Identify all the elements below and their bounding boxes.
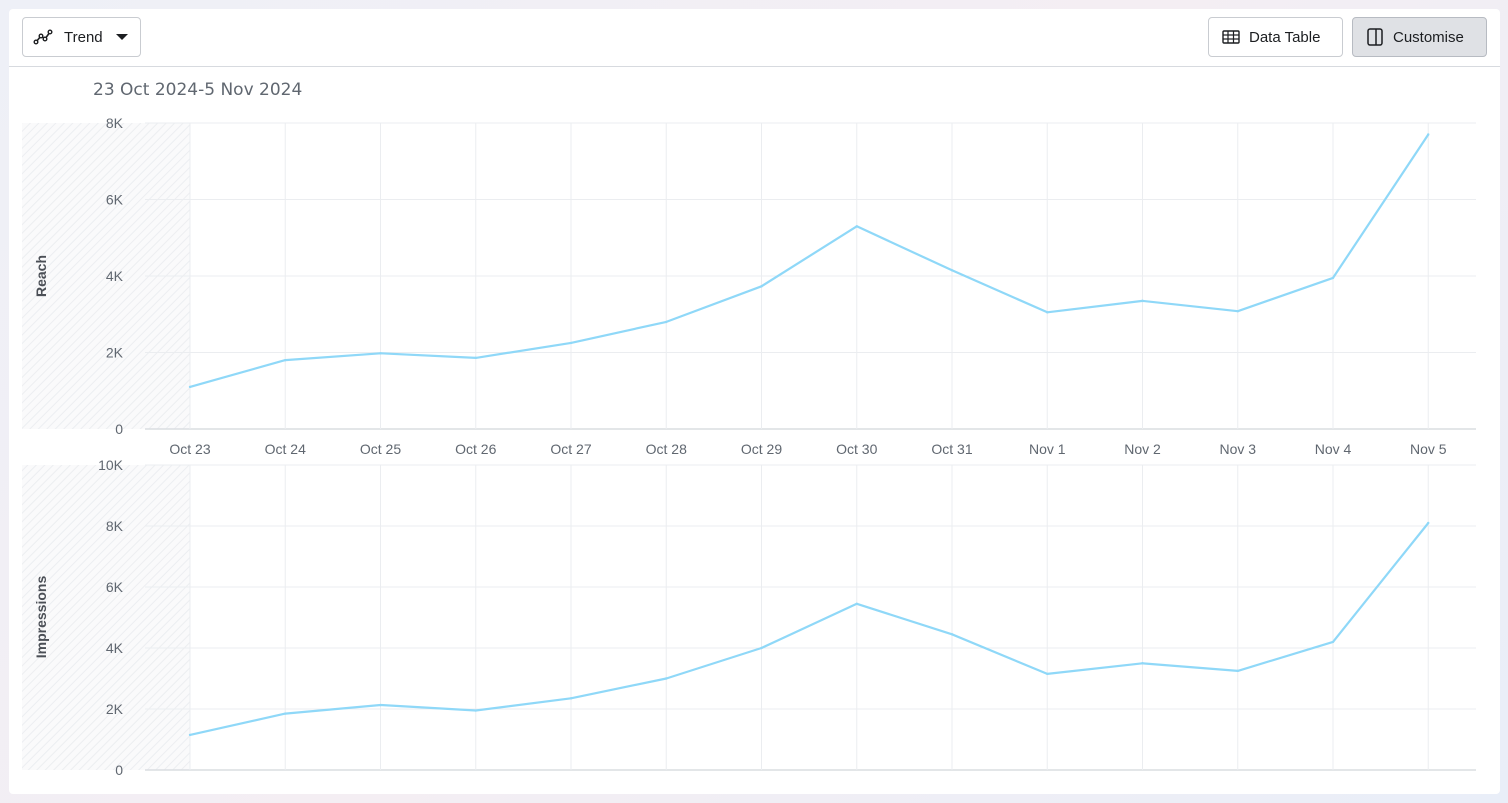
impressions-y-tick-label: 10K bbox=[98, 457, 124, 473]
impressions-y-tick-label: 2K bbox=[106, 701, 124, 717]
reach-data-point bbox=[1427, 133, 1430, 136]
reach-y-tick-label: 0 bbox=[115, 421, 123, 437]
reach-data-point bbox=[1236, 309, 1239, 313]
reach-axis-title: Reach bbox=[33, 255, 49, 297]
reach-data-point bbox=[1046, 311, 1049, 314]
impressions-data-point bbox=[1427, 521, 1430, 525]
impressions-data-point bbox=[665, 677, 668, 680]
impressions-data-point bbox=[284, 712, 287, 715]
reach-x-tick-label: Nov 1 bbox=[1029, 441, 1066, 457]
reach-y-tick-label: 4K bbox=[106, 268, 124, 284]
impressions-data-point bbox=[1046, 672, 1049, 676]
reach-x-tick-label: Oct 28 bbox=[646, 441, 687, 457]
impressions-y-tick-label: 6K bbox=[106, 579, 124, 595]
reach-y-tick-label: 8K bbox=[106, 115, 124, 131]
reach-x-tick-label: Oct 31 bbox=[931, 441, 972, 457]
impressions-data-point bbox=[950, 633, 954, 636]
reach-x-tick-label: Oct 26 bbox=[455, 441, 496, 457]
impressions-data-point bbox=[760, 646, 763, 650]
impressions-data-point bbox=[855, 602, 858, 605]
impressions-data-point bbox=[569, 697, 573, 700]
reach-x-tick-label: Oct 24 bbox=[265, 441, 306, 457]
impressions-y-tick-label: 8K bbox=[106, 518, 124, 534]
reach-x-tick-label: Oct 23 bbox=[169, 441, 210, 457]
reach-x-tick-label: Nov 2 bbox=[1124, 441, 1161, 457]
reach-y-tick-label: 2K bbox=[106, 345, 124, 361]
reach-series-line bbox=[189, 133, 1430, 388]
reach-data-point bbox=[474, 356, 477, 360]
impressions-y-tick-label: 0 bbox=[115, 762, 123, 778]
impressions-axis-title: Impressions bbox=[33, 576, 49, 659]
reach-x-tick-label: Oct 30 bbox=[836, 441, 877, 457]
impressions-data-point bbox=[1141, 662, 1144, 665]
reach-data-point bbox=[284, 358, 287, 362]
reach-x-tick-label: Nov 5 bbox=[1410, 441, 1447, 457]
reach-x-tick-label: Oct 25 bbox=[360, 441, 401, 457]
reach-x-tick-label: Oct 29 bbox=[741, 441, 782, 457]
impressions-data-point bbox=[379, 703, 382, 707]
reach-x-tick-label: Nov 3 bbox=[1219, 441, 1256, 457]
impressions-data-point bbox=[1236, 669, 1239, 673]
reach-data-point bbox=[1141, 299, 1144, 303]
reach-data-point bbox=[569, 341, 573, 345]
reach-data-point bbox=[950, 269, 954, 272]
reach-x-tick-label: Nov 4 bbox=[1315, 441, 1352, 457]
reach-data-point bbox=[1331, 276, 1335, 280]
reach-y-tick-label: 6K bbox=[106, 192, 124, 208]
impressions-data-point bbox=[1331, 640, 1335, 644]
impressions-data-point bbox=[188, 733, 192, 737]
reach-data-point bbox=[379, 352, 382, 355]
impressions-data-point bbox=[474, 709, 477, 712]
reach-data-point bbox=[665, 320, 668, 324]
impressions-series-line bbox=[189, 522, 1430, 736]
reach-x-tick-label: Oct 27 bbox=[550, 441, 591, 457]
reach-data-point bbox=[855, 225, 858, 228]
impressions-y-tick-label: 4K bbox=[106, 640, 124, 656]
reach-data-point bbox=[760, 285, 763, 288]
reach-data-point bbox=[188, 385, 192, 389]
line-charts: 0 2K 4K 6K 8K Oct 23 Oct 24 Oct 25 Oct 26 Oct 27 O… bbox=[22, 115, 1476, 778]
